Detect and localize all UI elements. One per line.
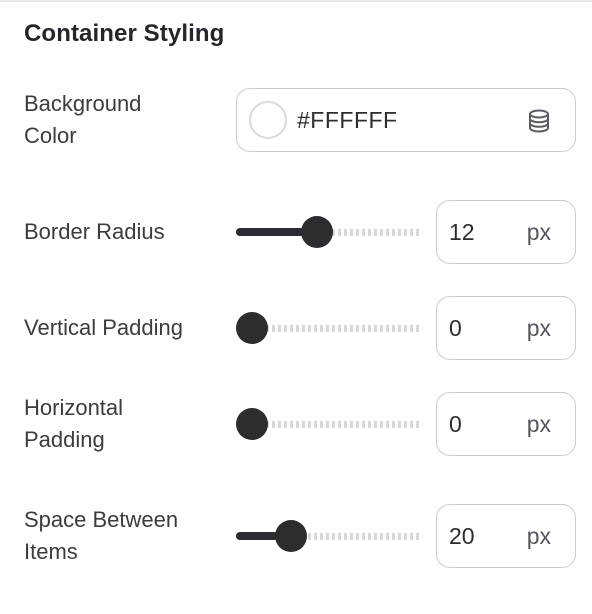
space-between-value: 20: [449, 523, 475, 549]
database-icon[interactable]: [525, 107, 553, 135]
background-color-label-line2: Color: [24, 123, 77, 148]
space-between-slider[interactable]: [236, 519, 422, 553]
border-radius-input[interactable]: 12 px: [436, 200, 576, 264]
horizontal-padding-unit: px: [526, 411, 551, 437]
horizontal-padding-label: Horizontal Padding: [24, 392, 224, 456]
background-color-label-line1: Background: [24, 91, 142, 116]
vertical-padding-slider[interactable]: [236, 311, 422, 345]
space-between-label-line1: Space Between: [24, 507, 179, 532]
space-between-label: Space Between Items: [24, 504, 224, 568]
background-color-value: #FFFFFF: [297, 107, 398, 133]
slider-thumb[interactable]: [300, 216, 333, 248]
vertical-padding-value: 0: [449, 315, 462, 341]
color-swatch[interactable]: [249, 101, 287, 139]
horizontal-padding-value: 0: [449, 411, 462, 437]
slider-thumb[interactable]: [236, 312, 268, 344]
section-title: Container Styling: [24, 20, 225, 47]
vertical-padding-label: Vertical Padding: [24, 315, 183, 340]
slider-thumb[interactable]: [236, 408, 268, 440]
top-divider: [0, 0, 592, 2]
space-between-label-line2: Items: [24, 539, 78, 564]
vertical-padding-input[interactable]: 0 px: [436, 296, 576, 360]
horizontal-padding-label-line2: Padding: [24, 427, 105, 452]
horizontal-padding-slider[interactable]: [236, 407, 422, 441]
border-radius-unit: px: [526, 219, 551, 245]
background-color-field[interactable]: #FFFFFF: [236, 88, 576, 152]
slider-thumb[interactable]: [274, 520, 307, 552]
space-between-input[interactable]: 20 px: [436, 504, 576, 568]
horizontal-padding-input[interactable]: 0 px: [436, 392, 576, 456]
border-radius-slider[interactable]: [236, 215, 422, 249]
vertical-padding-unit: px: [526, 315, 551, 341]
space-between-unit: px: [526, 523, 551, 549]
background-color-label: Background Color: [24, 88, 224, 152]
border-radius-value: 12: [449, 219, 475, 245]
border-radius-label: Border Radius: [24, 219, 165, 244]
horizontal-padding-label-line1: Horizontal: [24, 395, 124, 420]
